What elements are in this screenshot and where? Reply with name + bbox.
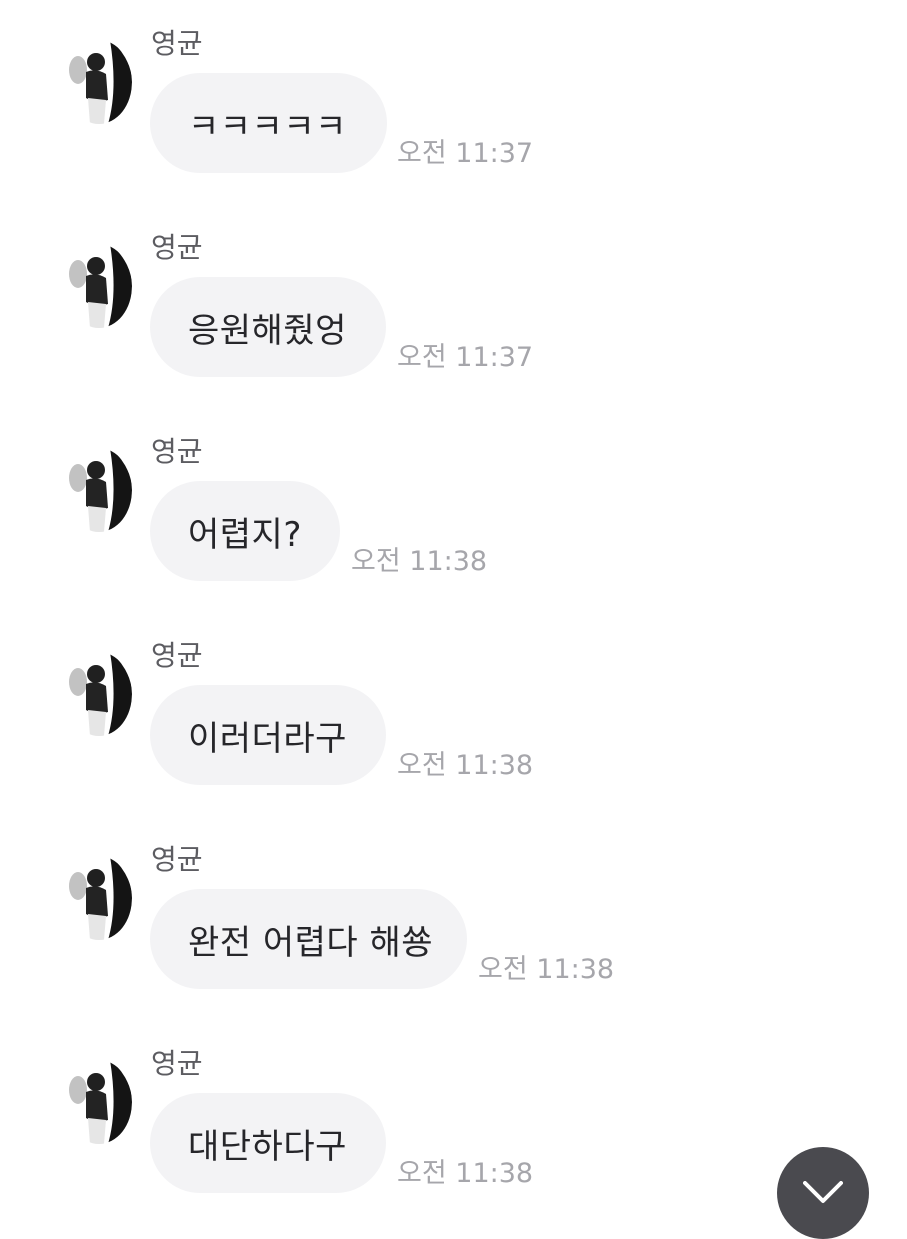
sender-name: 영균	[151, 231, 203, 264]
avatar[interactable]	[66, 652, 132, 736]
message-bubble[interactable]: 완전 어렵다 해쑝	[150, 889, 467, 989]
profile-photo	[66, 40, 132, 124]
message-bubble[interactable]: 응원해줬엉	[150, 277, 386, 377]
profile-photo	[66, 1060, 132, 1144]
message-row: 영균 응원해줬엉 오전 11:37	[0, 204, 907, 408]
scroll-to-bottom-button[interactable]	[777, 1147, 869, 1239]
message-bubble[interactable]: 어렵지?	[150, 481, 340, 581]
message-bubble[interactable]: ㅋㅋㅋㅋㅋ	[150, 73, 387, 173]
message-time: 오전 11:38	[397, 750, 534, 781]
message-row: 영균 이러더라구 오전 11:38	[0, 612, 907, 816]
message-text: 이러더라구	[188, 718, 347, 759]
message-time: 오전 11:38	[478, 954, 615, 985]
profile-photo	[66, 652, 132, 736]
message-text: 어렵지?	[188, 514, 302, 555]
sender-name: 영균	[151, 435, 203, 468]
message-row: 영균 어렵지? 오전 11:38	[0, 408, 907, 612]
message-text: 응원해줬엉	[188, 310, 347, 351]
message-text: 완전 어렵다 해쑝	[188, 922, 434, 963]
profile-photo	[66, 244, 132, 328]
sender-name: 영균	[151, 1047, 203, 1080]
message-text: ㅋㅋㅋㅋㅋ	[188, 106, 347, 147]
message-row: 영균 대단하다구 오전 11:38	[0, 1020, 907, 1224]
avatar[interactable]	[66, 40, 132, 124]
profile-photo	[66, 448, 132, 532]
avatar[interactable]	[66, 1060, 132, 1144]
avatar[interactable]	[66, 856, 132, 940]
message-time: 오전 11:38	[397, 1158, 534, 1189]
avatar[interactable]	[66, 244, 132, 328]
message-row: 영균 완전 어렵다 해쑝 오전 11:38	[0, 816, 907, 1020]
message-time: 오전 11:38	[351, 546, 488, 577]
message-text: 대단하다구	[188, 1126, 347, 1167]
message-time: 오전 11:37	[397, 342, 534, 373]
message-time: 오전 11:37	[397, 138, 534, 169]
message-bubble[interactable]: 이러더라구	[150, 685, 386, 785]
message-bubble[interactable]: 대단하다구	[150, 1093, 386, 1193]
sender-name: 영균	[151, 639, 203, 672]
message-row: 영균 ㅋㅋㅋㅋㅋ 오전 11:37	[0, 0, 907, 204]
sender-name: 영균	[151, 27, 203, 60]
avatar[interactable]	[66, 448, 132, 532]
sender-name: 영균	[151, 843, 203, 876]
chevron-down-icon	[803, 1181, 843, 1203]
profile-photo	[66, 856, 132, 940]
